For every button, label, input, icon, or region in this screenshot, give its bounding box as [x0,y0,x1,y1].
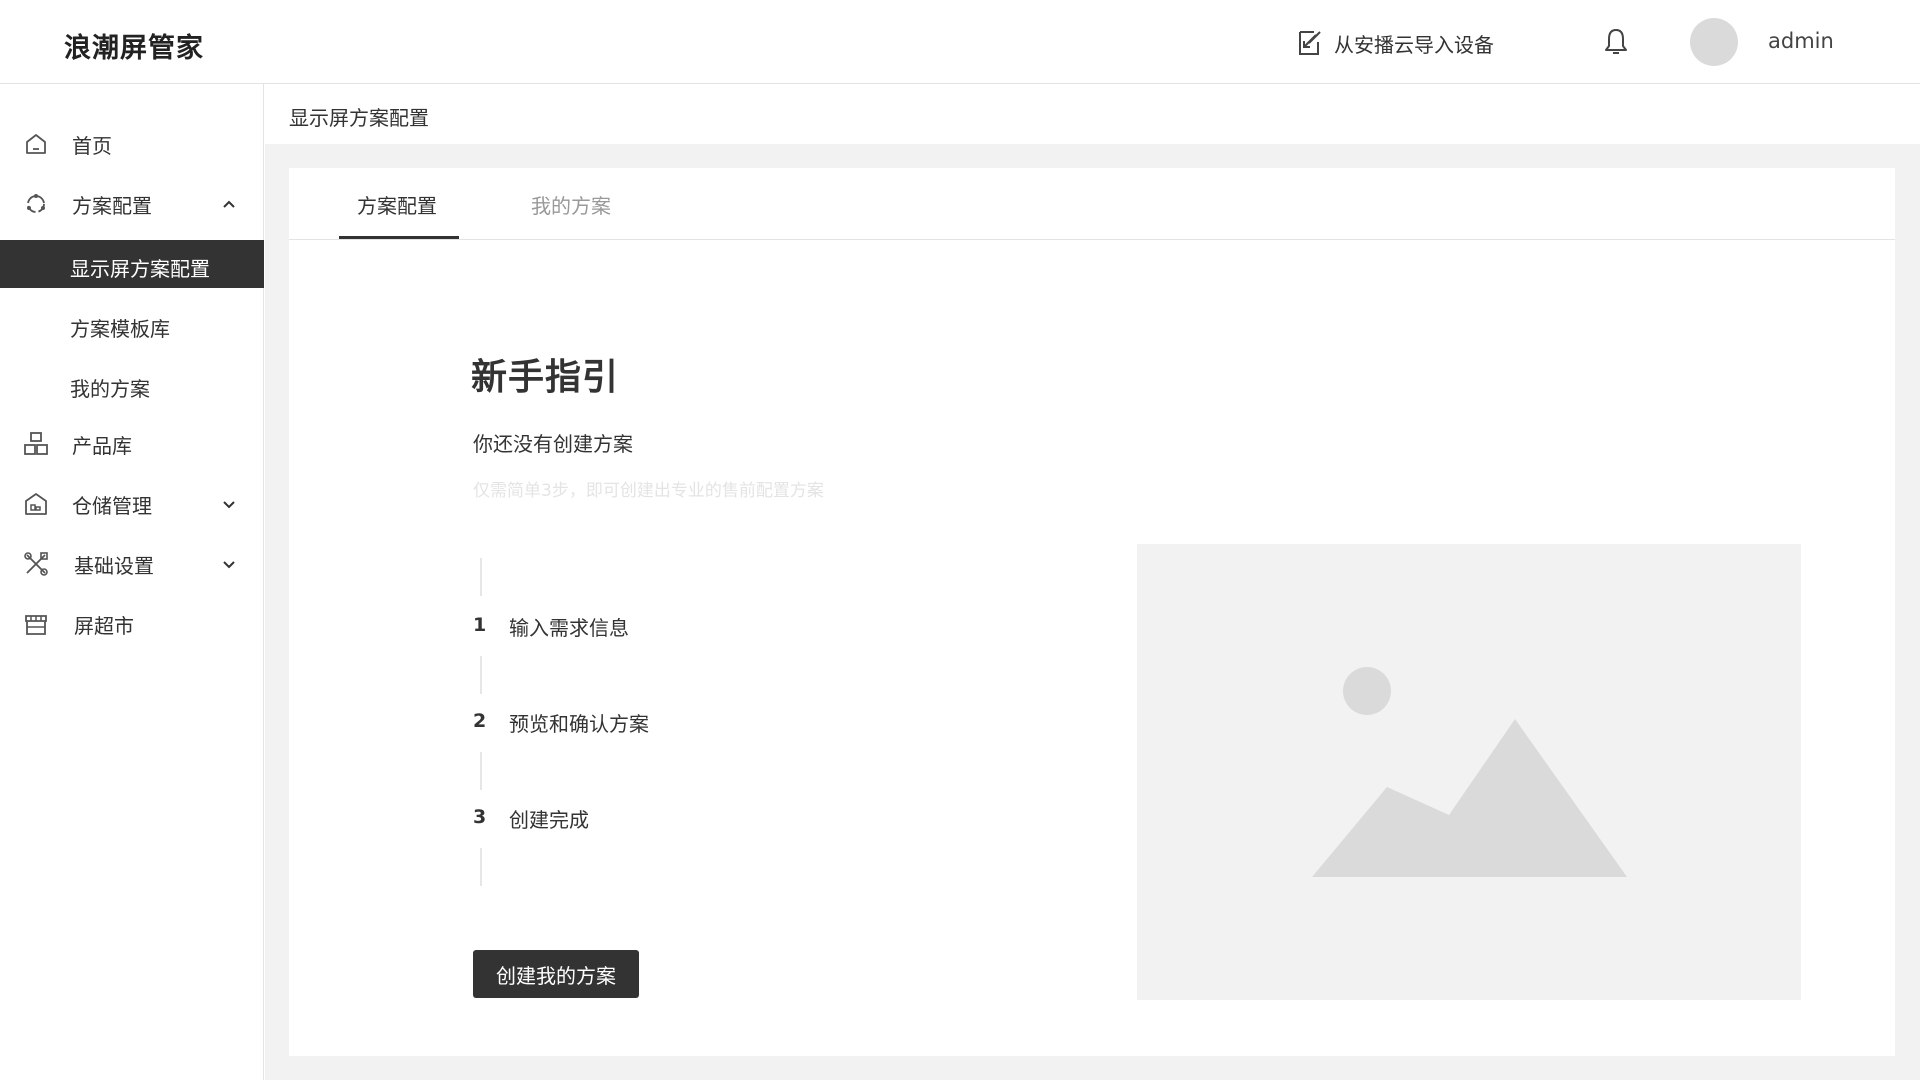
home-icon [26,134,46,154]
sidebar-subitem-label: 方案模板库 [70,317,170,341]
step-text: 输入需求信息 [509,616,629,640]
content-card: 方案配置 我的方案 新手指引 你还没有创建方案 仅需简单3步，即可创建出专业的售… [289,168,1895,1056]
step-number: 1 [473,614,487,636]
warehouse-icon [25,493,47,515]
sidebar-item-label: 仓储管理 [72,493,152,518]
step-number: 2 [473,710,487,732]
step-number: 3 [473,806,487,828]
store-icon [25,615,47,635]
image-placeholder-icon [1312,667,1627,877]
tab-bar: 方案配置 我的方案 [289,168,1895,240]
image-placeholder [1137,544,1801,1000]
breadcrumb: 显示屏方案配置 [289,106,429,130]
sidebar-item-warehouse[interactable]: 仓储管理 [0,480,264,528]
sidebar-item-label: 首页 [72,133,112,158]
chevron-down-icon[interactable] [220,495,238,513]
create-scheme-button[interactable]: 创建我的方案 [473,950,639,998]
import-icon [1299,31,1321,55]
step-connector [480,558,482,596]
product-icon [24,432,48,455]
sidebar-subitem-label: 显示屏方案配置 [70,257,210,281]
tab-scheme-config[interactable]: 方案配置 [357,190,437,219]
step-connector [480,752,482,790]
sidebar: 首页 方案配置 显示屏方案配置 方案模板库 我的方案 产品库 仓储管理 基础设置… [0,84,264,1080]
chevron-up-icon[interactable] [220,195,238,213]
sidebar-subitem-template-library[interactable]: 方案模板库 [0,300,264,348]
avatar[interactable] [1690,18,1738,66]
sidebar-item-basic-settings[interactable]: 基础设置 [0,540,264,588]
sidebar-subitem-label: 我的方案 [70,377,150,401]
sidebar-subitem-display-scheme[interactable]: 显示屏方案配置 [0,240,264,288]
sidebar-item-scheme-config[interactable]: 方案配置 [0,180,264,228]
sidebar-item-product-library[interactable]: 产品库 [0,420,264,468]
sidebar-item-label: 方案配置 [72,193,152,218]
tab-my-schemes[interactable]: 我的方案 [531,190,611,219]
guide-subtitle: 你还没有创建方案 [473,432,633,456]
import-label: 从安播云导入设备 [1334,32,1494,57]
app-title: 浪潮屏管家 [64,33,204,64]
main-content: 显示屏方案配置 方案配置 我的方案 新手指引 你还没有创建方案 仅需简单3步，即… [265,84,1920,1080]
sidebar-item-label: 基础设置 [74,553,154,578]
tools-icon [24,552,48,576]
active-tab-indicator [339,236,459,239]
sidebar-item-screen-market[interactable]: 屏超市 [0,600,264,648]
bell-icon[interactable] [1600,26,1632,58]
sidebar-item-label: 屏超市 [74,613,134,638]
step-text: 创建完成 [509,808,589,832]
chevron-down-icon[interactable] [220,555,238,573]
username[interactable]: admin [1768,29,1834,53]
sidebar-item-label: 产品库 [72,433,132,458]
step-text: 预览和确认方案 [509,712,649,736]
scheme-icon [27,194,45,213]
sidebar-subitem-my-schemes[interactable]: 我的方案 [0,360,264,408]
guide-hint: 仅需简单3步，即可创建出专业的售前配置方案 [473,481,824,501]
top-header: 浪潮屏管家 从安播云导入设备 admin [0,0,1920,84]
sidebar-item-home[interactable]: 首页 [0,120,264,168]
guide-title: 新手指引 [471,357,620,398]
import-from-cloud-button[interactable]: 从安播云导入设备 [1294,26,1494,60]
step-connector [480,848,482,886]
step-connector [480,656,482,694]
breadcrumb-bar: 显示屏方案配置 [265,84,1920,144]
